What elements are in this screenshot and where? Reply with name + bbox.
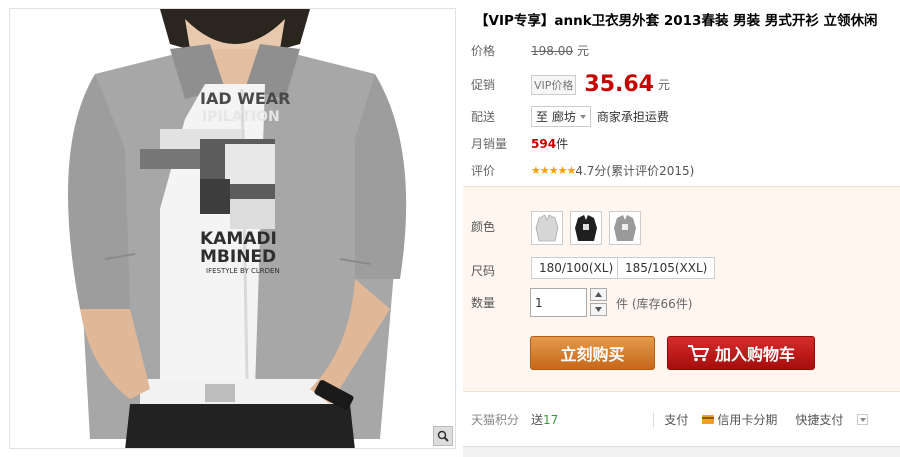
shipping-row: 配送 至 廊坊 商家承担运费 [471, 106, 669, 127]
product-photo-illustration: IAD WEAR IPILATION KAMADI MBINED IFESTYL… [10, 9, 455, 448]
credit-card-label: 信用卡分期 [717, 413, 778, 427]
print-text-4: MBINED [200, 247, 276, 267]
shopping-cart-icon [687, 345, 709, 362]
product-title: 【VIP专享】annk卫衣男外套 2013春装 男装 男式开衫 立领休闲 [475, 13, 878, 29]
add-to-cart-label: 加入购物车 [714, 345, 795, 364]
chevron-down-icon [595, 307, 602, 312]
expand-payment-button[interactable] [857, 414, 869, 425]
credit-card-installment[interactable]: 信用卡分期 [702, 411, 777, 428]
detail-tab-bar [463, 446, 900, 457]
print-text-1: IAD WEAR [200, 89, 290, 108]
promo-price: 35.64 [584, 72, 654, 97]
zoom-button[interactable] [433, 426, 453, 446]
service-strip: 天猫积分 送 17 支付 信用卡分期 快捷支付 [463, 406, 900, 433]
shipping-label: 配送 [471, 110, 496, 124]
jacket-thumbnail-icon [535, 214, 559, 242]
sales-count: 594 [531, 136, 557, 151]
buy-now-button[interactable]: 立刻购买 [530, 336, 655, 370]
color-swatch-gray[interactable] [609, 211, 641, 245]
print-text-2: IPILATION [202, 109, 280, 125]
jacket-thumbnail-icon [614, 215, 636, 241]
quick-pay-link[interactable]: 快捷支付 [795, 411, 843, 428]
rating-text[interactable]: 4.7分(累计评价2015) [575, 162, 694, 179]
jacket-thumbnail-icon [575, 215, 597, 241]
buy-now-label: 立刻购买 [560, 345, 625, 364]
shipping-note: 商家承担运费 [596, 110, 669, 124]
chevron-down-icon [579, 114, 586, 119]
promo-label: 促销 [471, 78, 496, 92]
price-row: 价格 198.00 元 [471, 42, 589, 59]
color-swatch-black[interactable] [570, 211, 602, 245]
magnifier-icon [437, 430, 449, 442]
points-label: 天猫积分 [471, 413, 520, 427]
color-label: 颜色 [471, 220, 496, 234]
destination-select[interactable]: 至 廊坊 [531, 106, 591, 127]
chevron-down-icon [859, 417, 866, 422]
quantity-input[interactable]: 1 [530, 288, 587, 317]
size-option-xxl[interactable]: 185/105(XXL) [617, 257, 716, 279]
promo-row: 促销 VIP价格 35.64 元 [471, 72, 670, 97]
credit-card-icon [702, 415, 715, 424]
size-option-xl[interactable]: 180/100(XL) [531, 257, 622, 279]
color-swatch-light-gray[interactable] [531, 211, 563, 245]
sales-label: 月销量 [471, 137, 508, 151]
price-unit: 元 [577, 44, 590, 58]
rating-stars: ★★★★★ [531, 164, 576, 177]
vip-price-tag: VIP价格 [531, 74, 577, 95]
original-price: 198.00 [531, 43, 573, 58]
print-text-3: KAMADI [200, 229, 277, 249]
quantity-label: 数量 [471, 296, 496, 310]
chevron-up-icon [595, 292, 602, 297]
add-to-cart-button[interactable]: 加入购物车 [667, 336, 815, 370]
points-value: 17 [543, 412, 559, 427]
rating-row: 评价 ★★★★★ 4.7分(累计评价2015) [471, 162, 694, 179]
rating-label: 评价 [471, 164, 496, 178]
pay-label: 支付 [664, 413, 689, 427]
stock-text: 件 (库存66件) [616, 297, 693, 311]
purchase-options-panel: 颜色 尺码 180/100(XL) 185/105(XXL) 数量 1 件 (库… [463, 186, 900, 392]
product-image[interactable]: IAD WEAR IPILATION KAMADI MBINED IFESTYL… [9, 8, 456, 449]
price-label: 价格 [471, 44, 496, 58]
print-text-5: IFESTYLE BY CLRDEN [206, 267, 280, 275]
promo-unit: 元 [658, 78, 671, 92]
quantity-increase-button[interactable] [590, 288, 607, 301]
quantity-decrease-button[interactable] [590, 303, 607, 316]
size-label: 尺码 [471, 264, 496, 278]
points-prefix: 送 [531, 413, 544, 427]
divider [653, 411, 655, 428]
sales-row: 月销量 594 件 [471, 135, 568, 152]
destination-value: 至 廊坊 [536, 110, 576, 124]
sales-unit: 件 [556, 137, 569, 151]
